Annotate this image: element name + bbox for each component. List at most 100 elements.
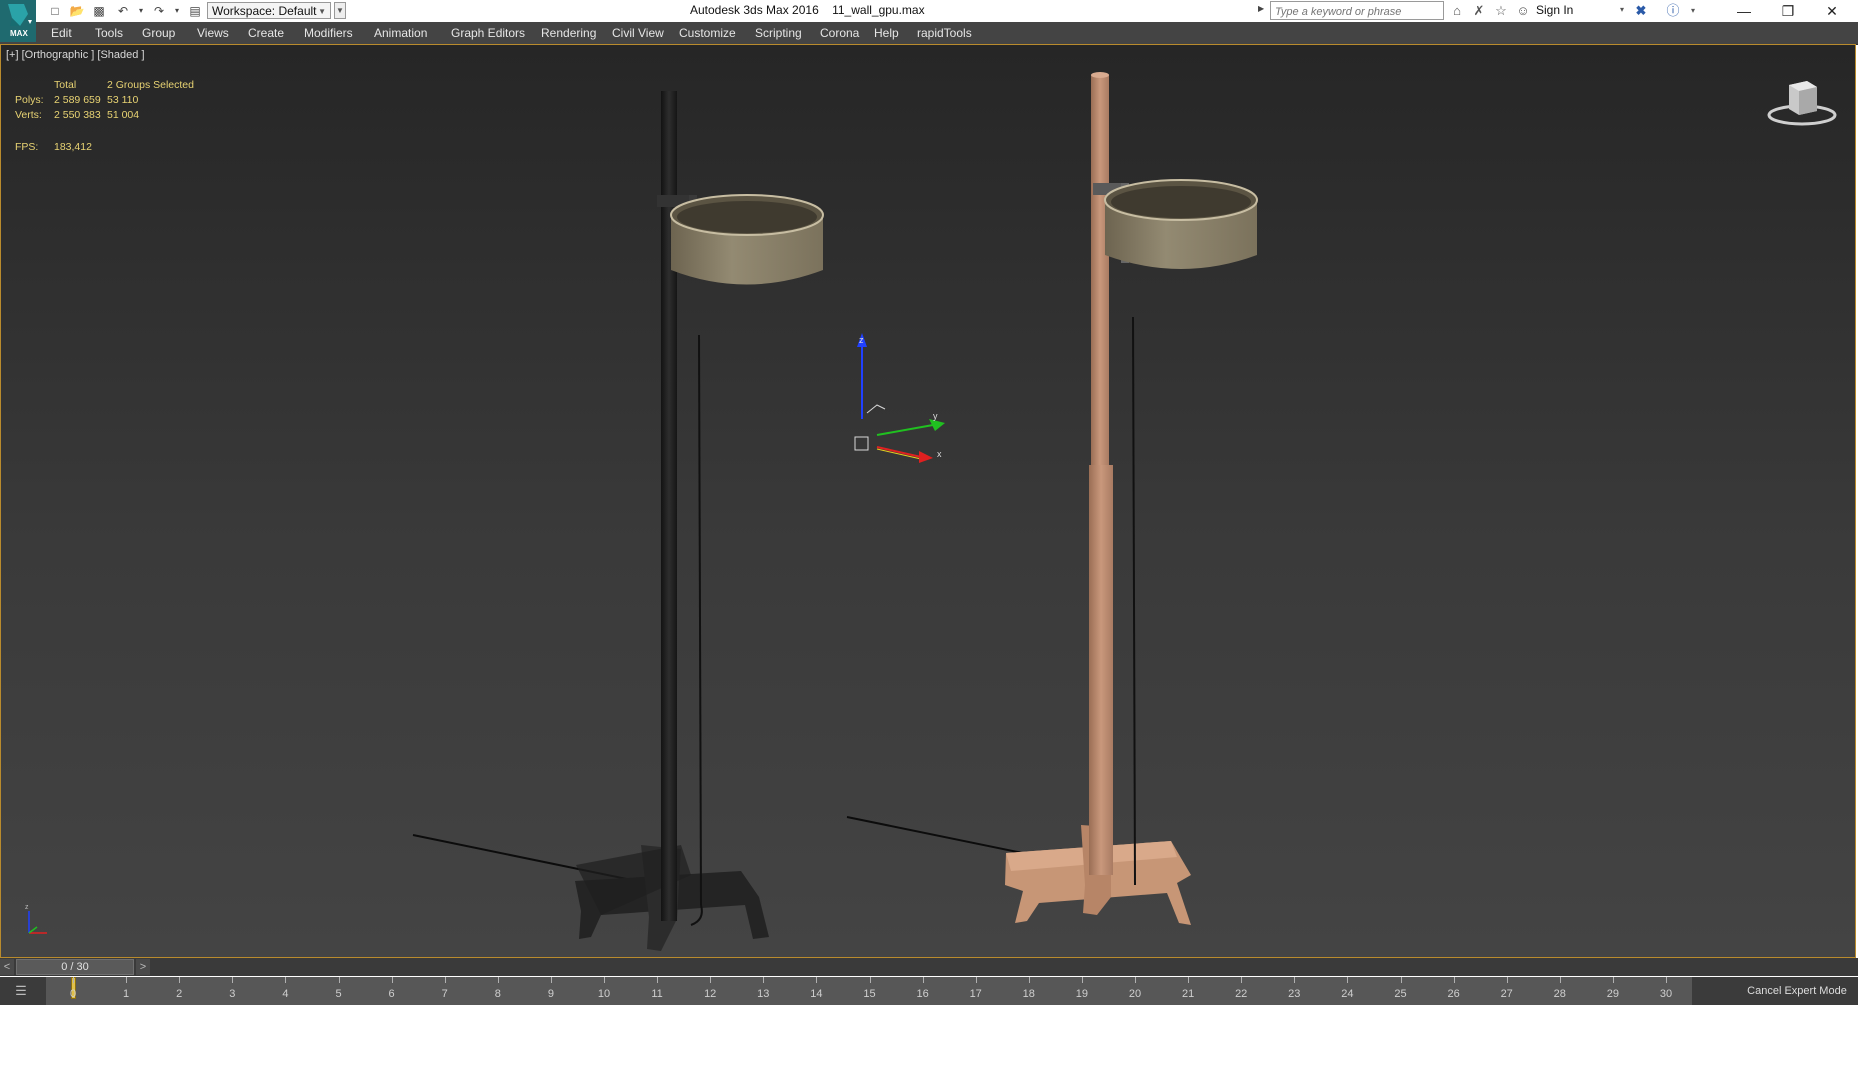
menu-views[interactable]: Views bbox=[197, 26, 229, 40]
timeline-tick-label: 22 bbox=[1235, 988, 1248, 1000]
user-icon: ☺ bbox=[1516, 3, 1530, 18]
menu-corona[interactable]: Corona bbox=[820, 26, 859, 40]
timeline-tick bbox=[232, 977, 234, 983]
timeline-tick-label: 14 bbox=[810, 988, 823, 1000]
redo-icon[interactable]: ↷ bbox=[150, 3, 168, 19]
cancel-expert-mode-button[interactable]: Cancel Expert Mode bbox=[1736, 981, 1858, 1001]
world-axis-tripod-icon: z bbox=[25, 904, 47, 934]
menu-modifiers[interactable]: Modifiers bbox=[304, 26, 353, 40]
project-folder-icon[interactable]: ▤ bbox=[186, 3, 204, 19]
subscription-icon[interactable]: ✗ bbox=[1470, 3, 1488, 19]
redo-dropdown-icon[interactable]: ▾ bbox=[168, 3, 186, 19]
timeline-tick-label: 24 bbox=[1341, 988, 1354, 1000]
timeline-tick-label: 3 bbox=[229, 988, 236, 1000]
window-title: Autodesk 3ds Max 2016 11_wall_gpu.max bbox=[690, 3, 925, 17]
minimize-button[interactable]: — bbox=[1722, 0, 1766, 22]
help-icon[interactable]: ⓘ bbox=[1664, 3, 1682, 19]
timeline-tick bbox=[1453, 977, 1455, 983]
timeline-tick-label: 16 bbox=[916, 988, 929, 1000]
exchange-apps-icon[interactable]: ✖ bbox=[1632, 3, 1650, 19]
close-button[interactable]: ✕ bbox=[1810, 0, 1854, 22]
timeline-tick bbox=[444, 977, 446, 983]
scene-render: y x z bbox=[412, 72, 1258, 951]
search-input[interactable] bbox=[1271, 3, 1455, 21]
save-file-icon[interactable]: ▩ bbox=[90, 3, 108, 19]
timeline-tick-label: 7 bbox=[441, 988, 448, 1000]
menu-help[interactable]: Help bbox=[874, 26, 899, 40]
timeline-tick bbox=[126, 977, 128, 983]
timeline-tick-label: 20 bbox=[1128, 988, 1142, 1000]
timeline-tick bbox=[1188, 977, 1190, 983]
timeline-tick bbox=[1666, 977, 1667, 983]
logo-text: MAX bbox=[10, 29, 28, 38]
menu-civil-view[interactable]: Civil View bbox=[612, 26, 664, 40]
menu-tools[interactable]: Tools bbox=[95, 26, 123, 40]
timeline-tick-label: 18 bbox=[1022, 988, 1035, 1000]
timeline-tick-label: 2 bbox=[176, 988, 183, 1000]
time-next-button[interactable]: > bbox=[136, 959, 150, 975]
transform-gizmo[interactable]: y x z bbox=[854, 333, 945, 463]
time-slider-thumb[interactable]: 0 / 30 bbox=[16, 959, 134, 975]
curve-editor-icon[interactable]: ☰ bbox=[8, 982, 34, 1000]
track-bar: ☰ 0 1 2 3 4 5 6 7 8 9 10 11 12 13 14 15 16 17 18 19 20 21 22 23… bbox=[0, 977, 1858, 1005]
timeline-tick-label: 8 bbox=[494, 988, 501, 1000]
timeline-tick-label: 30 bbox=[1659, 988, 1673, 1000]
app-menu-button[interactable]: MAX bbox=[0, 0, 36, 42]
undo-dropdown-icon[interactable]: ▾ bbox=[132, 3, 150, 19]
timeline-tick-label: 26 bbox=[1447, 988, 1460, 1000]
timeline-tick-label: 27 bbox=[1500, 988, 1513, 1000]
timeline-tick bbox=[338, 977, 340, 983]
search-box[interactable] bbox=[1270, 1, 1455, 21]
timeline-tick bbox=[1506, 977, 1508, 983]
timeline-tick-label: 4 bbox=[282, 988, 289, 1000]
search-expand-icon[interactable]: ▶ bbox=[1258, 4, 1264, 13]
timeline-tick-label: 17 bbox=[969, 988, 982, 1000]
timeline-tick bbox=[1241, 977, 1243, 983]
menu-group[interactable]: Group bbox=[142, 26, 175, 40]
light-lamp-lower-pole bbox=[1089, 465, 1113, 875]
time-prev-button[interactable]: < bbox=[0, 959, 14, 975]
menu-scripting[interactable]: Scripting bbox=[755, 26, 802, 40]
menu-edit[interactable]: Edit bbox=[51, 26, 72, 40]
menu-create[interactable]: Create bbox=[248, 26, 284, 40]
timeline-tick-label: 1 bbox=[123, 988, 130, 1000]
help-dropdown-icon[interactable]: ▾ bbox=[1684, 3, 1702, 19]
menu-customize[interactable]: Customize bbox=[679, 26, 736, 40]
viewcube-icon[interactable] bbox=[1767, 77, 1837, 127]
menu-rendering[interactable]: Rendering bbox=[541, 26, 596, 40]
undo-icon[interactable]: ↶ bbox=[114, 3, 132, 19]
menu-animation[interactable]: Animation bbox=[374, 26, 427, 40]
workspace-label: Workspace: Default bbox=[212, 4, 317, 18]
restore-button[interactable]: ❐ bbox=[1766, 0, 1810, 22]
chevron-down-icon: ▼ bbox=[318, 7, 326, 16]
timeline-tick-label: 29 bbox=[1606, 988, 1620, 1000]
timeline-tick bbox=[1135, 977, 1136, 983]
light-floor-lamp[interactable] bbox=[846, 72, 1258, 925]
timeline-tick-label: 21 bbox=[1181, 988, 1195, 1000]
quick-access-customize-icon[interactable]: ▼ bbox=[334, 2, 346, 19]
open-file-icon[interactable]: 📂 bbox=[68, 3, 86, 19]
star-icon[interactable]: ☆ bbox=[1492, 3, 1510, 19]
timeline-tick bbox=[179, 977, 181, 983]
workspace-select[interactable]: Workspace: Default ▼ bbox=[207, 2, 331, 19]
timeline-tick-label: 28 bbox=[1553, 988, 1566, 1000]
perspective-viewport[interactable]: [+] [Orthographic ] [Shaded ] Total 2 Gr… bbox=[0, 44, 1856, 958]
sign-in-dropdown-icon[interactable]: ▾ bbox=[1620, 5, 1624, 14]
timeline-tick-label: 5 bbox=[335, 988, 342, 1000]
tripod-z-label: z bbox=[25, 904, 29, 911]
dark-floor-lamp[interactable] bbox=[412, 91, 824, 951]
menu-rapidtools[interactable]: rapidTools bbox=[917, 26, 972, 40]
timeline-tick-label: 12 bbox=[704, 988, 717, 1000]
timeline-tick bbox=[391, 977, 393, 983]
timeline-tick-label: 0 bbox=[69, 988, 77, 1000]
menu-graph-editors[interactable]: Graph Editors bbox=[451, 26, 525, 40]
gizmo-y-label: y bbox=[933, 411, 938, 421]
binoculars-icon[interactable]: ⌂ bbox=[1448, 3, 1466, 19]
timeline-ruler[interactable]: 0 1 2 3 4 5 6 7 8 9 10 11 12 13 14 15 16 17 18 19 20 21 22 23 24… bbox=[46, 977, 1692, 1005]
timeline-tick bbox=[1400, 977, 1402, 983]
timeline-tick bbox=[657, 977, 659, 983]
sign-in-button[interactable]: Sign In bbox=[1536, 3, 1573, 17]
gizmo-z-label: z bbox=[859, 335, 864, 345]
new-file-icon[interactable]: □ bbox=[46, 3, 64, 19]
light-lamp-upper-pole bbox=[1091, 75, 1109, 465]
